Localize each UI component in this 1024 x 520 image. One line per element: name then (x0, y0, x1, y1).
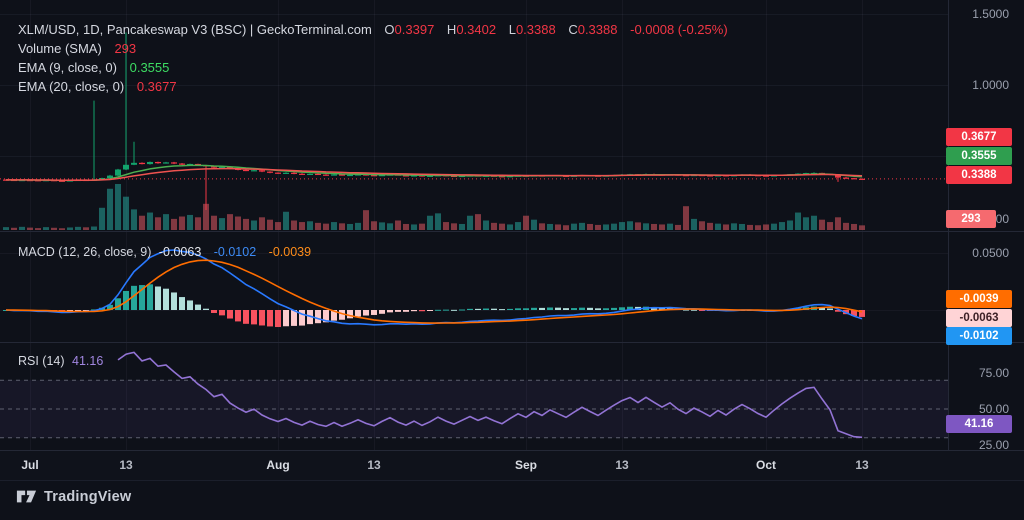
ohlc-close: C0.3388 (568, 22, 618, 37)
volume-indicator-row[interactable]: Volume (SMA) 293 (18, 39, 728, 58)
ema9-value: 0.3555 (129, 60, 170, 75)
macd-line-badge: -0.0102 (946, 327, 1012, 345)
ema20-value: 0.3677 (136, 79, 177, 94)
symbol-legend[interactable]: XLM/USD, 1D, Pancakeswap V3 (BSC) | Geck… (18, 20, 728, 96)
time-axis-label: 13 (615, 458, 629, 472)
macd-indicator-row[interactable]: MACD (12, 26, close, 9) -0.0063 -0.0102 … (18, 245, 320, 259)
time-axis-label: Oct (755, 458, 776, 472)
ohlc-low: L0.3388 (508, 22, 556, 37)
macd-line-value: -0.0102 (213, 245, 257, 259)
price-axis-tick: 1.5000 (972, 7, 1009, 21)
ema9-indicator-row[interactable]: EMA (9, close, 0) 0.3555 (18, 58, 728, 77)
tradingview-logo-icon (16, 490, 37, 503)
price-change: -0.0008 (-0.25%) (630, 22, 728, 37)
rsi-badge: 41.16 (946, 415, 1012, 433)
volume-label: Volume (SMA) (18, 41, 102, 56)
macd-hist-value: -0.0063 (158, 245, 202, 259)
tradingview-brand-text: TradingView (44, 488, 132, 505)
rsi-axis-tick: 75.00 (978, 366, 1009, 380)
ema20-badge: 0.3677 (946, 128, 1012, 146)
price-axis-tick: 1.0000 (972, 78, 1009, 92)
last-price-badge: 0.3388 (946, 166, 1012, 184)
ema9-badge: 0.3555 (946, 147, 1012, 165)
macd-signal-value: -0.0039 (268, 245, 312, 259)
time-axis-label: Jul (21, 458, 39, 472)
time-axis-label: Sep (514, 458, 537, 472)
trading-chart-window: XLM/USD, 1D, Pancakeswap V3 (BSC) | Geck… (0, 0, 1024, 520)
time-axis-label: 13 (855, 458, 869, 472)
volume-value: 293 (114, 41, 137, 56)
ema20-indicator-row[interactable]: EMA (20, close, 0) 0.3677 (18, 77, 728, 96)
macd-label: MACD (12, 26, close, 9) (18, 245, 152, 259)
macd-axis-tick: 0.0500 (972, 246, 1009, 260)
symbol-title-row[interactable]: XLM/USD, 1D, Pancakeswap V3 (BSC) | Geck… (18, 20, 728, 39)
price-scale-axis[interactable]: 1.5000 1.0000 0.00 0.0500 75.00 50.00 25.00 0.3… (946, 0, 1024, 478)
symbol-title: XLM/USD, 1D, Pancakeswap V3 (BSC) | Geck… (18, 22, 372, 37)
ohlc-high: H0.3402 (446, 22, 497, 37)
rsi-indicator-row[interactable]: RSI (14) 41.16 (18, 354, 112, 368)
ema20-label: EMA (20, close, 0) (18, 79, 125, 94)
ema9-label: EMA (9, close, 0) (18, 60, 117, 75)
rsi-value: 41.16 (72, 354, 104, 368)
time-axis-label: 13 (367, 458, 381, 472)
time-axis[interactable]: Jul 13 Aug 13 Sep 13 Oct 13 (0, 450, 1024, 481)
time-axis-label: 13 (119, 458, 133, 472)
ohlc-open: O0.3397 (384, 22, 435, 37)
macd-hist-badge: -0.0063 (946, 309, 1012, 327)
volume-badge: 293 (946, 210, 996, 228)
macd-signal-badge: -0.0039 (946, 290, 1012, 308)
tradingview-attribution[interactable]: TradingView (16, 487, 131, 506)
rsi-label: RSI (14) (18, 354, 65, 368)
time-axis-label: Aug (266, 458, 290, 472)
